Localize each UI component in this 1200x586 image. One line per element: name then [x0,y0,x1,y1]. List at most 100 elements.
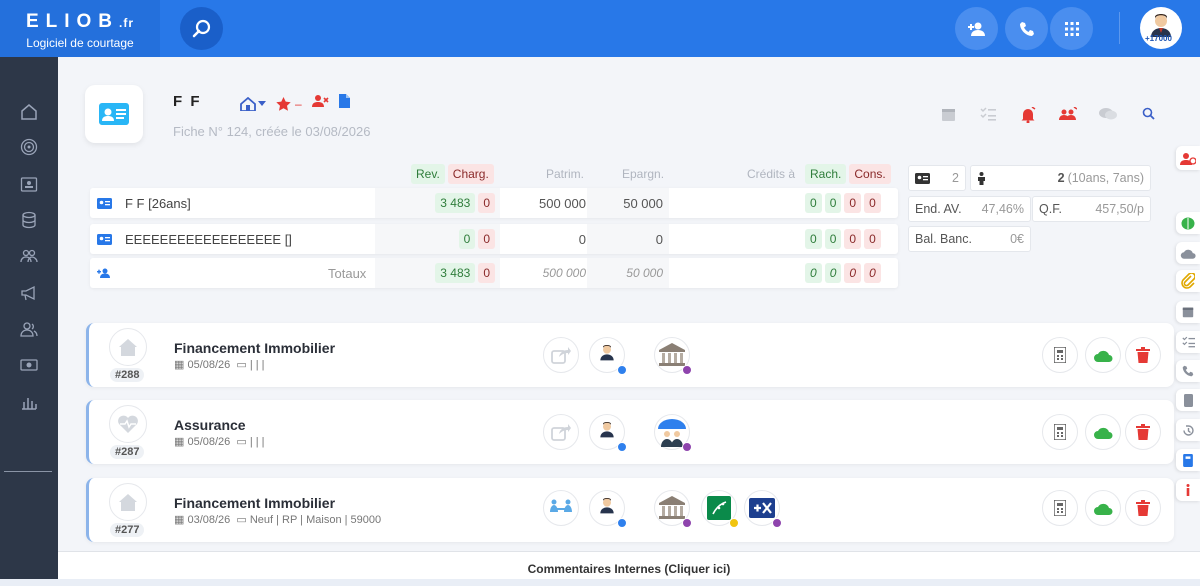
bank-logo-blue[interactable] [744,490,782,528]
remove-user-button[interactable] [311,94,329,113]
megaphone-icon [21,285,35,301]
sidebar-item-campaigns[interactable] [18,282,40,304]
credit-value: 0 [824,229,842,249]
cloud-button[interactable] [1085,414,1121,450]
person-name[interactable]: EEEEEEEEEEEEEEEEEE [] [125,224,292,254]
person-name[interactable]: F F [26ans] [125,188,191,218]
tab-history[interactable] [1176,419,1200,441]
project-title[interactable]: Financement Immobilier [174,340,335,356]
delete-button[interactable] [1125,414,1161,450]
phone-button[interactable] [1005,7,1048,50]
tab-user-alert[interactable] [1176,146,1200,170]
tab-cloud[interactable] [1176,242,1200,264]
status-dot [682,442,692,452]
finance-row[interactable]: EEEEEEEEEEEEEEEEEE [] 0 0 0 0 0 0 0 0 [90,224,898,254]
sidebar-item-home[interactable] [18,100,40,122]
grid-icon [1064,21,1079,36]
calculator-button[interactable] [1042,414,1078,450]
project-card[interactable]: #288 Financement Immobilier ▦ 05/08/26 ▭… [86,323,1174,387]
app-logo[interactable]: ELIOB.fr Logiciel de courtage [0,0,160,57]
header-cons: Cons. [849,164,891,184]
tab-calculator[interactable] [1176,449,1200,471]
sidebar-item-partners[interactable] [18,318,40,340]
favorite-toggle[interactable]: – [276,96,302,111]
delete-button[interactable] [1125,490,1161,526]
tab-info[interactable] [1176,479,1200,501]
sidebar-item-contacts[interactable] [18,173,40,195]
calculator-button[interactable] [1042,337,1078,373]
finance-table: Rev. Charg. Patrim. Epargn. Crédits à Ra… [90,162,898,288]
apps-grid-button[interactable] [1050,7,1093,50]
alerts-button[interactable] [1008,107,1048,123]
phone-icon [1182,365,1194,377]
cloud-button[interactable] [1085,337,1121,373]
sidebar-item-finance[interactable] [18,354,40,376]
bank-avatar[interactable] [654,490,692,528]
person-card-icon [97,224,112,254]
database-icon [22,211,36,229]
advisor-avatar[interactable] [589,490,627,528]
bank-logo-green[interactable] [701,490,739,528]
credits-cells: 0 0 0 0 [802,188,881,218]
qf-value: 457,50/p [1095,202,1144,216]
sidebar-item-stats[interactable] [18,391,40,413]
project-card[interactable]: #287 Assurance ▦ 05/08/26 ▭ | | | [86,400,1174,464]
cloud-button[interactable] [1085,490,1121,526]
project-title[interactable]: Assurance [174,417,246,433]
house-icon [119,494,137,511]
credits-totals: 0 0 0 0 [802,258,881,288]
advisor-avatar-icon [600,345,614,361]
internal-comments-bar[interactable]: Commentaires Internes (Cliquer ici) [58,551,1200,579]
tab-calendar[interactable] [1176,301,1200,323]
share-button[interactable] [543,337,579,373]
star-icon [276,96,291,111]
add-person-button[interactable] [97,258,111,288]
credit-total: 0 [805,263,822,283]
finance-row[interactable]: F F [26ans] 3 483 0 500 000 50 000 0 0 0… [90,188,898,218]
chat-button[interactable] [1088,107,1128,123]
brand-tagline: Logiciel de courtage [26,36,134,50]
calendar-button[interactable] [928,107,968,123]
delete-button[interactable] [1125,337,1161,373]
add-user-icon [97,268,110,278]
tab-brain[interactable] [1176,212,1200,234]
finance-header-rach-cons: Rach. Cons. [802,162,891,186]
project-details: | | | [249,436,265,448]
insurer-avatar[interactable] [654,414,692,452]
remove-user-icon [311,95,329,107]
advisor-avatar-icon [600,422,614,438]
bank-balance: Bal. Banc. 0€ [908,226,1031,252]
share-button[interactable] [543,414,579,450]
advisor-avatar[interactable] [589,414,627,452]
heart-pulse-icon [118,415,138,433]
household-dropdown[interactable] [240,96,266,111]
calculator-button[interactable] [1042,490,1078,526]
bank-avatar[interactable] [654,337,692,375]
project-card[interactable]: #277 Financement Immobilier ▦ 03/08/26 ▭… [86,478,1174,542]
id-card-icon [915,172,930,184]
tab-mobile[interactable] [1176,389,1200,411]
client-card-button[interactable] [85,85,143,143]
relations-button[interactable] [1048,107,1088,123]
history-icon [1182,424,1194,436]
add-user-button[interactable] [955,7,998,50]
tab-attachments[interactable] [1176,270,1200,292]
sidebar-item-target[interactable] [18,136,40,158]
bal-label: Bal. Banc. [915,232,972,246]
house-icon [240,96,256,111]
tasks-button[interactable] [968,107,1008,123]
document-button[interactable] [338,94,350,113]
user-avatar[interactable]: +17000 [1140,7,1182,49]
project-title[interactable]: Financement Immobilier [174,495,335,511]
sidebar-item-team[interactable] [18,245,40,267]
search-button[interactable] [180,7,223,50]
header-patrim: Patrim. [546,167,585,181]
sidebar-item-database[interactable] [18,209,40,231]
tab-tasks[interactable] [1176,331,1200,353]
calculator-icon [1054,347,1066,363]
rev-charg-cell: 0 0 [375,224,500,254]
search-client-button[interactable] [1128,107,1168,123]
advisor-avatar[interactable] [589,337,627,375]
tab-calls[interactable] [1176,360,1200,382]
meeting-button[interactable] [543,490,579,526]
